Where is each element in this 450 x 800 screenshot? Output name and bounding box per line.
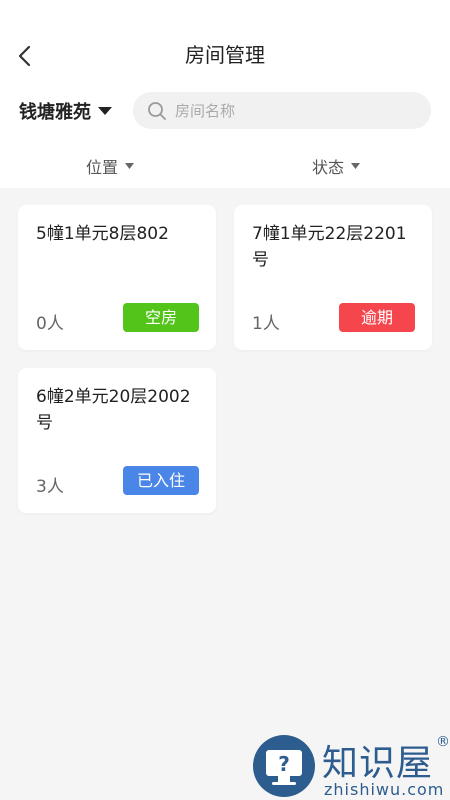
watermark-domain: zhishiwu.com bbox=[324, 780, 445, 799]
status-filter[interactable]: 状态 bbox=[312, 148, 361, 184]
caret-down-icon bbox=[125, 163, 135, 169]
room-card[interactable]: 7幢1单元22层2201号 1人 逾期 bbox=[234, 205, 432, 350]
status-filter-label: 状态 bbox=[312, 158, 345, 177]
room-management-page: 房间管理 钱塘雅苑 位置 状态 5幢1单元8层802 bbox=[0, 0, 450, 800]
header: 房间管理 钱塘雅苑 位置 状态 bbox=[0, 0, 450, 188]
room-occupant-count: 0人 bbox=[36, 314, 64, 334]
search-icon bbox=[148, 101, 166, 120]
room-title: 5幢1单元8层802 bbox=[36, 224, 169, 244]
room-card[interactable]: 6幢2单元20层2002号 3人 已入住 bbox=[18, 368, 216, 513]
search-input[interactable] bbox=[175, 101, 415, 120]
room-status-badge: 已入住 bbox=[123, 466, 199, 495]
location-filter-label: 位置 bbox=[86, 158, 119, 177]
community-name: 钱塘雅苑 bbox=[19, 102, 91, 123]
svg-text:?: ? bbox=[278, 752, 290, 776]
room-occupant-count: 3人 bbox=[36, 477, 64, 497]
registered-mark: ® bbox=[436, 734, 450, 750]
help-monitor-icon: ? bbox=[253, 735, 315, 797]
caret-down-icon bbox=[351, 163, 361, 169]
room-title: 6幢2单元20层2002号 bbox=[36, 387, 191, 433]
room-status-badge: 逾期 bbox=[339, 303, 415, 332]
search-bar[interactable] bbox=[133, 92, 431, 129]
watermark: ? 知识屋 ® zhishiwu.com bbox=[250, 732, 450, 800]
filter-bar: 位置 状态 bbox=[0, 148, 450, 184]
location-filter[interactable]: 位置 bbox=[86, 148, 135, 184]
page-title: 房间管理 bbox=[185, 43, 265, 67]
watermark-chinese: 知识屋 bbox=[322, 743, 434, 784]
room-status-badge: 空房 bbox=[123, 303, 199, 332]
room-title: 7幢1单元22层2201号 bbox=[252, 224, 407, 270]
room-card[interactable]: 5幢1单元8层802 0人 空房 bbox=[18, 205, 216, 350]
room-occupant-count: 1人 bbox=[252, 314, 280, 334]
caret-down-icon bbox=[98, 107, 112, 115]
community-selector[interactable]: 钱塘雅苑 bbox=[19, 95, 113, 127]
